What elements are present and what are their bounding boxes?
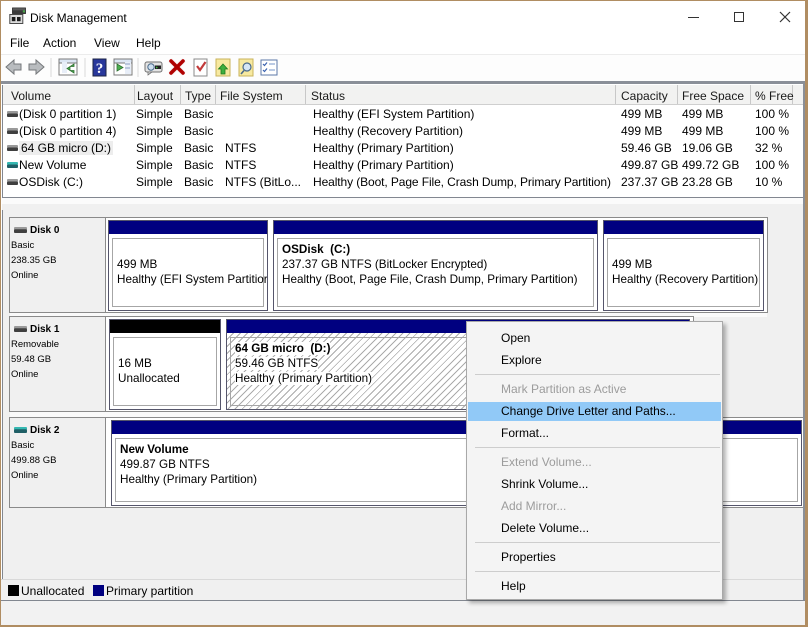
svg-text:?: ? bbox=[96, 61, 104, 77]
